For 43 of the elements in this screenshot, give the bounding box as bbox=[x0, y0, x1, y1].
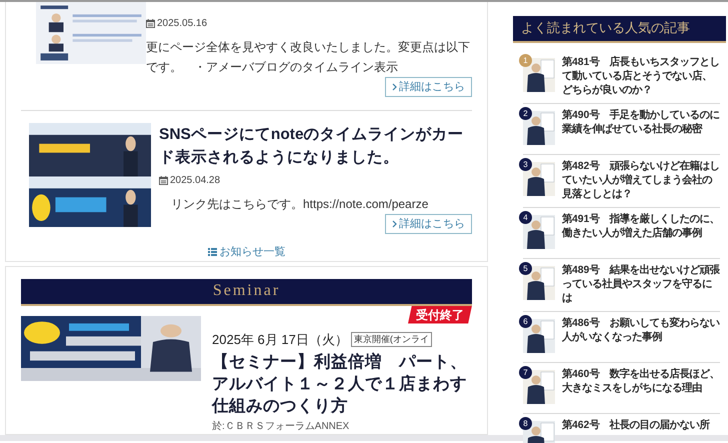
chevron-icon bbox=[392, 83, 397, 91]
article-item[interactable]: 3 第482号 頑張らないけど在籍はしていたい人が増えてしまう会社の見落としとは？ bbox=[523, 155, 720, 208]
article-title: 第482号 頑張らないけど在籍はしていたい人が増えてしまう会社の見落としとは？ bbox=[562, 160, 720, 202]
seminar-date: 2025年 6月 17日（火） bbox=[212, 330, 348, 348]
calendar-icon bbox=[146, 19, 155, 28]
article-item[interactable]: 4 第491号 指導を厳しくしたのに、働きたい人が増えた店舗の事例 bbox=[523, 208, 720, 259]
status-badge: 受付終了 bbox=[408, 306, 472, 324]
news-body: リンク先はこちらです。https://note.com/pearze bbox=[170, 196, 430, 213]
article-item[interactable]: 1 第481号 店長もいちスタッフとして動いている店とそうでない店、どちらが良いのか？ bbox=[523, 51, 720, 104]
news-body: 更にページ全体を見やすく改良いたしました。変更点は以下です。 ・アメーバブログのタイムライン表示 bbox=[146, 39, 471, 76]
news-title[interactable]: SNSページにてnoteのタイムラインがカード表示されるようになりました。 bbox=[159, 123, 472, 169]
sidebar-heading: よく読まれている人気の記事 bbox=[513, 16, 726, 43]
article-title: 第486号 お願いしても変わらない人がいなくなった事例 bbox=[562, 317, 720, 345]
article-item[interactable]: 6 第486号 お願いしても変わらない人がいなくなった事例 bbox=[523, 312, 720, 363]
seminar-heading: Seminar bbox=[21, 278, 472, 306]
calendar-icon bbox=[159, 176, 168, 185]
article-item[interactable]: 5 第489号 結果を出せないけど頑張っている社員やスタッフを守るには bbox=[523, 259, 720, 312]
news-list-link[interactable]: お知らせ一覧 bbox=[208, 244, 286, 260]
article-item[interactable]: 2 第490号 手足を動かしているのに業績を伸ばせている社長の秘密 bbox=[523, 104, 720, 155]
rank-badge: 3 bbox=[519, 158, 532, 171]
rank-badge: 5 bbox=[519, 262, 532, 275]
article-title: 第490号 手足を動かしているのに業績を伸ばせている社長の秘密 bbox=[562, 109, 720, 137]
chevron-icon bbox=[392, 220, 397, 228]
news-date: 2025.04.28 bbox=[170, 174, 220, 188]
rank-badge: 6 bbox=[519, 315, 532, 328]
rank-badge: 2 bbox=[519, 107, 532, 120]
article-item[interactable]: 7 第460号 数字を出せる店長ほど、大きなミスをしがちになる理由 bbox=[523, 363, 720, 414]
article-title: 第462号 社長の目の届かない所 bbox=[562, 419, 711, 433]
details-button[interactable]: 詳細はこちら bbox=[385, 214, 472, 234]
seminar-title[interactable]: 【セミナー】利益倍増 パート、アルバイト１～２人で１店まわす仕組みのつくり方 bbox=[212, 351, 472, 417]
article-title: 第491号 指導を厳しくしたのに、働きたい人が増えた店舗の事例 bbox=[562, 213, 720, 241]
details-button[interactable]: 詳細はこちら bbox=[385, 77, 472, 97]
rank-badge: 4 bbox=[519, 211, 532, 224]
article-title: 第460号 数字を出せる店長ほど、大きなミスをしがちになる理由 bbox=[562, 368, 720, 396]
list-icon bbox=[208, 248, 216, 256]
article-title: 第489号 結果を出せないけど頑張っている社員やスタッフを守るには bbox=[562, 264, 720, 306]
rank-badge: 1 bbox=[519, 54, 532, 67]
location-tag: 東京開催(オンライ bbox=[350, 332, 432, 347]
news-date: 2025.05.16 bbox=[157, 17, 208, 31]
rank-badge: 7 bbox=[519, 366, 532, 379]
rank-badge: 8 bbox=[519, 417, 532, 430]
seminar-venue: 於:ＣＢＲＳフォーラムANNEX bbox=[212, 420, 350, 434]
article-title: 第481号 店長もいちスタッフとして動いている店とそうでない店、どちらが良いのか？ bbox=[562, 56, 720, 98]
